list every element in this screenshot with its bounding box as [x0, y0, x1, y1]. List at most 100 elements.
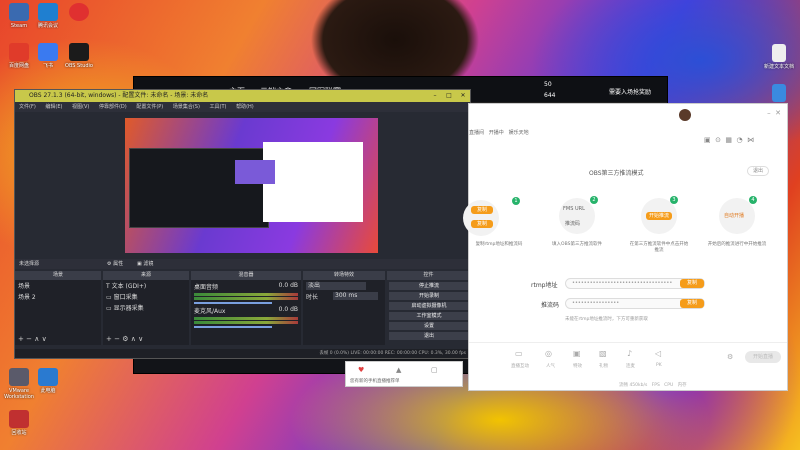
desktop-icon-obs[interactable]: OBS Studio	[62, 43, 96, 69]
gift-icon[interactable]: ▣	[704, 136, 711, 144]
settings-icon[interactable]: ⚙	[727, 353, 733, 361]
source-item[interactable]: ▭ 显示器采集	[103, 302, 189, 313]
scenes-footer: + − ∧ ∨	[15, 335, 101, 345]
obs-icon	[69, 43, 89, 61]
stream-panel: – ✕ 直播间 开播中 娱乐天地 ▣ ⊙ ▦ ◔ ⋈ OBS第三方推流模式 退出…	[463, 103, 788, 391]
filters-button[interactable]: ▣ 滤镜	[137, 259, 153, 269]
document-icon	[772, 44, 786, 62]
step-circle: 复制 复制	[463, 200, 499, 236]
tab-entertainment[interactable]: 娱乐天地	[509, 130, 529, 136]
step-badge: 自动开播	[724, 213, 745, 219]
down-icon[interactable]: ∨	[42, 335, 47, 343]
obs-statusbar: 丢帧 0 (0.0%) LIVE: 00:00:00 REC: 00:00:00…	[15, 349, 470, 358]
key-label: 推流码	[541, 302, 560, 309]
remove-icon[interactable]: −	[26, 335, 32, 343]
menu-view[interactable]: 视图(V)	[72, 104, 89, 110]
tab-live[interactable]: 开播中	[489, 130, 504, 136]
transition-select[interactable]: 淡出	[306, 282, 366, 290]
menu-tools[interactable]: 工具(T)	[210, 104, 227, 110]
steam-icon	[9, 3, 29, 21]
interact-icon[interactable]: ▭	[515, 349, 523, 358]
notification-popup[interactable]: ♥ ▲ ▢ 您有新的手机直播推荐单	[345, 361, 463, 387]
scene-item[interactable]: 场景 2	[15, 291, 101, 302]
up-icon[interactable]: ∧	[131, 335, 136, 343]
popularity-icon[interactable]: ◎	[545, 349, 552, 358]
add-icon[interactable]: +	[18, 335, 24, 343]
properties-button[interactable]: ⚙ 属性	[107, 259, 123, 269]
step-text: 开始后的推流进行中开始推流	[707, 242, 767, 247]
up-icon[interactable]: ∧	[34, 335, 39, 343]
volume-slider[interactable]	[194, 326, 272, 328]
source-item[interactable]: ▭ 窗口采集	[103, 291, 189, 302]
scene-item[interactable]: 场景	[15, 280, 101, 291]
add-icon[interactable]: +	[106, 335, 112, 343]
desktop-icon-recycle[interactable]: 回收站	[2, 410, 36, 436]
copy-rtmp-mini: 复制	[471, 206, 493, 214]
step-badge: FMS URL	[563, 206, 585, 212]
bell-icon[interactable]: ◔	[736, 136, 742, 144]
avatar[interactable]	[679, 109, 691, 121]
close-icon[interactable]: ✕	[775, 109, 781, 117]
tab-live-room[interactable]: 直播间	[469, 130, 484, 136]
down-icon[interactable]: ∨	[138, 335, 143, 343]
settings-button[interactable]: 设置	[389, 322, 469, 330]
step-circle: FMS URL 推流码	[559, 198, 595, 234]
start-recording-button[interactable]: 开始录制	[389, 292, 469, 300]
copy-key-button[interactable]: 复制	[680, 299, 704, 308]
duration-input[interactable]: 300 ms	[333, 292, 378, 300]
desktop-icon-textdoc[interactable]: 新建文本文档	[762, 44, 796, 70]
menu-help[interactable]: 帮助(H)	[236, 104, 254, 110]
panel-tabs: 直播间 开播中 娱乐天地	[469, 129, 529, 136]
menu-profile[interactable]: 配置文件(P)	[136, 104, 163, 110]
exit-button[interactable]: 退出	[389, 332, 469, 340]
scenes-dock-header: 场景	[15, 271, 101, 280]
exit-mode-button[interactable]: 退出	[747, 166, 769, 176]
grid-icon[interactable]: ▦	[725, 136, 732, 144]
desktop-icon-meeting[interactable]: 腾讯会议	[31, 3, 65, 29]
mic-icon[interactable]: ♪	[627, 349, 632, 358]
remove-icon[interactable]: −	[114, 335, 120, 343]
sources-dock-header: 来源	[103, 271, 189, 280]
minimize-icon[interactable]: –	[767, 109, 771, 117]
virtual-camera-button[interactable]: 启动虚拟摄像机	[389, 302, 469, 310]
desktop-icon-computer[interactable]: 此电脑	[31, 368, 65, 394]
maximize-icon[interactable]: □	[442, 90, 456, 102]
minimize-icon[interactable]: –	[428, 90, 442, 102]
stop-streaming-button[interactable]: 停止推流	[389, 282, 469, 290]
panel-stats: 流畅 450kb/s FPS CPU 内存	[619, 383, 687, 388]
share-icon[interactable]: ⋈	[747, 136, 754, 144]
app-icon	[69, 3, 89, 21]
obs-titlebar[interactable]: OBS 27.1.3 (64-bit, windows) - 配置文件: 未命名…	[15, 90, 470, 102]
menu-docks[interactable]: 停靠部件(D)	[99, 104, 127, 110]
text-icon: T	[106, 283, 110, 290]
hint-text: 未能在rtmp地址推流时，下方可重新获取	[565, 317, 648, 322]
step-number: 1	[512, 197, 520, 205]
source-item[interactable]: T 文本 (GDI+)	[103, 280, 189, 291]
game-banner[interactable]: 需要入场抢奖励	[609, 87, 651, 96]
vmware-icon	[9, 368, 29, 386]
volume-slider[interactable]	[194, 302, 272, 304]
pk-icon[interactable]: ◁	[655, 349, 661, 358]
lock-icon[interactable]: ⊙	[715, 136, 721, 144]
menu-scene-collection[interactable]: 场景集合(S)	[173, 104, 200, 110]
start-live-button[interactable]: 开始直播	[745, 351, 781, 363]
step-number: 2	[590, 196, 598, 204]
settings-icon[interactable]: ⚙	[122, 335, 128, 343]
desktop-icon-feishu[interactable]: 飞书	[31, 43, 65, 69]
menu-file[interactable]: 文件(F)	[19, 104, 36, 110]
effects-icon[interactable]: ▣	[573, 349, 581, 358]
toolbar-label: PK	[656, 363, 662, 368]
live-icon: ▲	[396, 366, 402, 374]
monitor-icon: ▭	[106, 305, 112, 312]
box-icon: ▢	[431, 366, 438, 374]
close-icon[interactable]: ✕	[456, 90, 470, 102]
obs-preview-canvas[interactable]	[125, 118, 378, 253]
coin-count: 50	[544, 81, 552, 88]
copy-rtmp-button[interactable]: 复制	[680, 279, 704, 288]
menu-edit[interactable]: 编辑(E)	[45, 104, 62, 110]
desktop-icon-right-2[interactable]	[762, 84, 796, 104]
rtmp-label: rtmp地址	[531, 282, 558, 289]
gift-icon[interactable]: ▧	[599, 349, 607, 358]
desktop-icon-app[interactable]	[62, 3, 96, 23]
studio-mode-button[interactable]: 工作室模式	[389, 312, 469, 320]
